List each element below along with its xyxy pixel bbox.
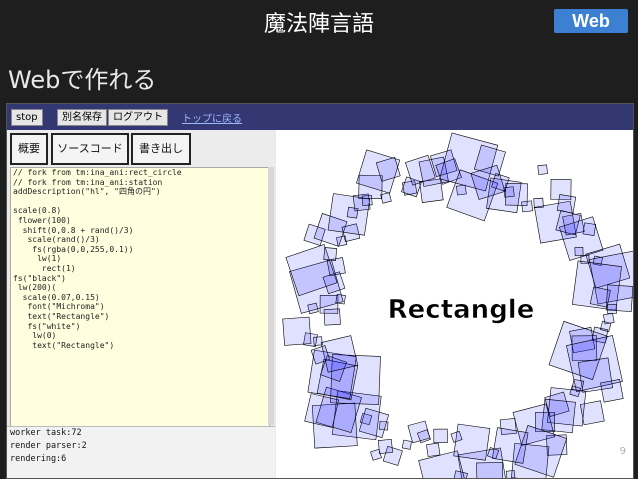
slide-title: 魔法陣言語 [263, 12, 374, 37]
ring-square [537, 164, 548, 175]
ring-square [323, 247, 338, 261]
code-line: text("Rectangle") [13, 311, 110, 321]
code-line: lw(0) [13, 331, 57, 341]
ring-square [433, 428, 448, 443]
tab-overview[interactable]: 概要 [10, 133, 48, 165]
stop-button[interactable]: stop [11, 109, 43, 126]
tab-export[interactable]: 書き出し [131, 133, 191, 165]
code-line: lw(1) [13, 254, 62, 264]
code-line: scale(0.8) [13, 206, 62, 216]
ring-square [282, 316, 312, 346]
code-editor[interactable]: // fork from tm:ina_ani:rect_circle// fo… [10, 167, 270, 427]
code-line: rect(1) [13, 263, 76, 273]
app-screenshot: stop 別名保存 ログアウト トップに戻る 概要 ソースコード 書き出し //… [6, 103, 634, 479]
canvas-label: Rectangle [388, 295, 535, 325]
code-line: fs("white") [13, 321, 81, 331]
web-badge: Web [554, 9, 628, 33]
ring-square [453, 423, 491, 461]
magic-circle-drawing: Rectangle [282, 132, 633, 478]
render-canvas: Rectangle [276, 130, 633, 478]
code-line: lw(200)( [13, 283, 57, 293]
editor-scrollbar[interactable] [268, 167, 274, 425]
ring-square [607, 304, 617, 314]
status-worker: worker task:72 [10, 428, 82, 438]
ring-square [401, 439, 412, 450]
ring-square [521, 200, 533, 213]
code-line: // fork from tm:ina_ani:rect_circle [13, 168, 182, 177]
ring-square [574, 246, 584, 256]
code-line: scale(rand()/3) [13, 235, 100, 245]
code-line: text("Rectangle") [13, 340, 115, 350]
code-line: fs("black") [13, 273, 66, 283]
code-line: // fork from tm:ina_ani:station [13, 177, 163, 187]
slide-subtitle: Webで作れる [8, 66, 157, 94]
ring-square [505, 470, 516, 478]
save-as-button[interactable]: 別名保存 [57, 109, 107, 126]
status-panel: worker task:72 render parser:2 rendering… [7, 426, 275, 478]
tab-source-code[interactable]: ソースコード [51, 133, 129, 165]
code-line: font("Michroma") [13, 302, 105, 312]
back-to-top-link[interactable]: トップに戻る [182, 110, 242, 125]
code-line: flower(100) [13, 215, 71, 225]
ring-square [426, 442, 441, 457]
ring-square [380, 192, 392, 204]
toolbar: stop 別名保存 ログアウト トップに戻る [7, 104, 633, 130]
ring-square [600, 379, 624, 403]
page-number: 9 [619, 446, 626, 457]
code-line: scale(0.07,0.15) [13, 292, 100, 302]
status-parser: render parser:2 [10, 441, 87, 451]
status-rendering: rendering:6 [10, 454, 67, 464]
code-line: addDescription("hl", "四角の円") [13, 187, 161, 197]
code-line: shift(0,0.8 + rand()/3) [13, 225, 134, 235]
logout-button[interactable]: ログアウト [108, 109, 168, 126]
code-line: fs(rgba(0,0,255,0.1)) [13, 244, 134, 254]
ring-square [377, 438, 393, 454]
tab-bar: 概要 ソースコード 書き出し [7, 130, 275, 167]
